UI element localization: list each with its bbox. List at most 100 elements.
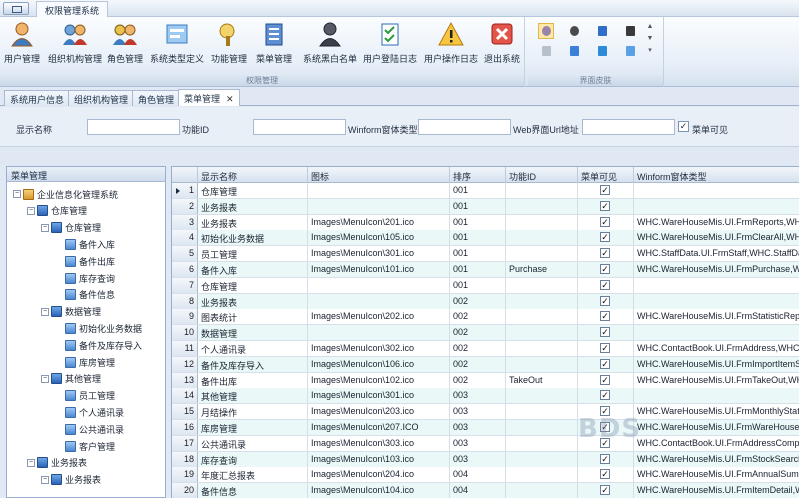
- function-id-cell[interactable]: [506, 214, 578, 230]
- skin-option[interactable]: [594, 23, 610, 39]
- table-row[interactable]: 19 年度汇总报表 Images\MenuIcon\204.ico 004 ✓ WHC.W…: [172, 467, 799, 484]
- menu-visible-checkbox[interactable]: ✓: [600, 185, 610, 195]
- menu-visible-cell[interactable]: ✓: [578, 183, 634, 198]
- winform-type-cell[interactable]: WHC.ContactBook.UI.FrmAddress,WHC.Con: [634, 341, 799, 356]
- menu-visible-cell[interactable]: ✓: [578, 483, 634, 498]
- ribbon-button-2[interactable]: 角色管理: [107, 19, 143, 75]
- menu-visible-cell[interactable]: ✓: [578, 246, 634, 262]
- table-row[interactable]: 4 初始化业务数据 Images\MenuIcon\105.ico 001 ✓ WHC.W…: [172, 230, 799, 247]
- tree-node[interactable]: 备件入库: [55, 236, 115, 252]
- display-name-cell[interactable]: 业务报表: [198, 293, 308, 309]
- app-menu-button[interactable]: [3, 2, 29, 15]
- icon-path-cell[interactable]: Images\MenuIcon\103.ico: [308, 451, 450, 467]
- tree-node[interactable]: 备件信息: [55, 287, 115, 303]
- skin-option[interactable]: [566, 43, 582, 59]
- icon-path-cell[interactable]: Images\MenuIcon\203.ico: [308, 404, 450, 420]
- function-id-cell[interactable]: [506, 435, 578, 451]
- function-id-cell[interactable]: [506, 420, 578, 435]
- tree-node[interactable]: 员工管理: [55, 388, 115, 404]
- sort-cell[interactable]: 002: [450, 341, 506, 356]
- display-name-cell[interactable]: 个人通讯录: [198, 341, 308, 356]
- icon-path-cell[interactable]: Images\MenuIcon\104.ico: [308, 483, 450, 498]
- tab-organization[interactable]: 组织机构管理: [68, 90, 135, 106]
- tab-menu-management[interactable]: 菜单管理 ✕: [178, 89, 240, 106]
- winform-type-cell[interactable]: WHC.WareHouseMis.UI.FrmAnnualSummary: [634, 467, 799, 482]
- menu-visible-cell[interactable]: ✓: [578, 277, 634, 293]
- winform-type-cell[interactable]: WHC.WareHouseMis.UI.FrmItemDetail,WH: [634, 483, 799, 498]
- column-header-winform-type[interactable]: Winform窗体类型: [634, 167, 799, 183]
- web-url-input[interactable]: [582, 119, 675, 135]
- table-row[interactable]: 16 库房管理 Images\MenuIcon\207.ICO 003 ✓ WHC.War…: [172, 420, 799, 436]
- menu-visible-checkbox[interactable]: ✓: [600, 264, 610, 274]
- display-name-cell[interactable]: 库存查询: [198, 451, 308, 467]
- table-row[interactable]: 3 业务报表 Images\MenuIcon\201.ico 001 ✓ WHC.Ware…: [172, 214, 799, 231]
- display-name-input[interactable]: [87, 119, 180, 135]
- table-row[interactable]: 5 员工管理 Images\MenuIcon\301.ico 001 ✓ WHC.Staf…: [172, 246, 799, 263]
- winform-type-cell[interactable]: WHC.WareHouseMis.UI.FrmMonthlyStatistic: [634, 404, 799, 419]
- function-id-cell[interactable]: TakeOut: [506, 372, 578, 388]
- menu-visible-checkbox[interactable]: ✓: [600, 390, 610, 401]
- display-name-cell[interactable]: 其他管理: [198, 388, 308, 404]
- table-row[interactable]: 9 图表统计 Images\MenuIcon\202.ico 002 ✓ WHC.Ware…: [172, 309, 799, 326]
- icon-path-cell[interactable]: Images\MenuIcon\106.ico: [308, 356, 450, 372]
- skin-option[interactable]: [566, 23, 582, 39]
- display-name-cell[interactable]: 公共通讯录: [198, 435, 308, 451]
- icon-path-cell[interactable]: Images\MenuIcon\301.ico: [308, 246, 450, 262]
- menu-visible-cell[interactable]: ✓: [578, 341, 634, 356]
- table-row[interactable]: 15 月结操作 Images\MenuIcon\203.ico 003 ✓ WHC.War…: [172, 404, 799, 421]
- sort-cell[interactable]: 002: [450, 309, 506, 325]
- tree-node[interactable]: 备件出库: [55, 253, 115, 269]
- menu-visible-checkbox[interactable]: ✓: [600, 295, 610, 306]
- function-id-cell[interactable]: [506, 246, 578, 262]
- menu-visible-checkbox[interactable]: ✓: [678, 121, 689, 132]
- function-id-cell[interactable]: [506, 277, 578, 293]
- function-id-cell[interactable]: [506, 404, 578, 420]
- sort-cell[interactable]: 003: [450, 420, 506, 435]
- sort-cell[interactable]: 004: [450, 483, 506, 498]
- skin-option[interactable]: [622, 43, 638, 59]
- icon-path-cell[interactable]: [308, 293, 450, 309]
- table-row[interactable]: 8 业务报表 002 ✓: [172, 293, 799, 310]
- table-row[interactable]: 18 库存查询 Images\MenuIcon\103.ico 003 ✓ WHC.War…: [172, 451, 799, 468]
- column-header-function-id[interactable]: 功能ID: [506, 167, 578, 183]
- sort-cell[interactable]: 002: [450, 356, 506, 372]
- column-header-icon[interactable]: 图标: [308, 167, 450, 183]
- table-row[interactable]: 20 备件信息 Images\MenuIcon\104.ico 004 ✓ WHC.War…: [172, 483, 799, 498]
- icon-path-cell[interactable]: Images\MenuIcon\202.ico: [308, 309, 450, 325]
- skin-option[interactable]: [538, 43, 554, 59]
- winform-type-cell[interactable]: WHC.ContactBook.UI.FrmAddressCompany: [634, 436, 799, 451]
- function-id-cell[interactable]: Purchase: [506, 262, 578, 277]
- winform-type-cell[interactable]: [634, 294, 799, 309]
- tree-node[interactable]: − 企业信息化管理系统: [13, 186, 118, 202]
- tree-node[interactable]: 公共通讯录: [55, 421, 124, 437]
- menu-visible-checkbox[interactable]: ✓: [600, 248, 610, 259]
- display-name-cell[interactable]: 备件及库存导入: [198, 356, 308, 372]
- icon-path-cell[interactable]: Images\MenuIcon\302.ico: [308, 341, 450, 356]
- collapse-toggle-icon[interactable]: −: [41, 307, 49, 316]
- table-row[interactable]: 17 公共通讯录 Images\MenuIcon\303.ico 003 ✓ WHC.Co…: [172, 435, 799, 452]
- icon-path-cell[interactable]: [308, 198, 450, 214]
- menu-visible-checkbox[interactable]: ✓: [600, 485, 610, 496]
- ribbon-button-5[interactable]: 菜单管理: [256, 19, 292, 75]
- function-id-cell[interactable]: [506, 341, 578, 356]
- menu-visible-checkbox[interactable]: ✓: [600, 358, 610, 369]
- column-header-display-name[interactable]: 显示名称: [198, 167, 308, 183]
- sort-cell[interactable]: 001: [450, 277, 506, 293]
- menu-visible-checkbox[interactable]: ✓: [600, 343, 610, 353]
- collapse-toggle-icon[interactable]: −: [27, 458, 35, 467]
- winform-type-cell[interactable]: WHC.StaffData.UI.FrmStaff,WHC.StaffData: [634, 246, 799, 261]
- sort-cell[interactable]: 002: [450, 293, 506, 309]
- winform-type-input[interactable]: [418, 119, 511, 135]
- sort-cell[interactable]: 003: [450, 435, 506, 451]
- menu-visible-cell[interactable]: ✓: [578, 325, 634, 341]
- sort-cell[interactable]: 002: [450, 372, 506, 388]
- sort-cell[interactable]: 001: [450, 230, 506, 246]
- table-row[interactable]: 1 仓库管理 001 ✓: [172, 183, 799, 199]
- table-row[interactable]: 6 备件入库 Images\MenuIcon\101.ico 001 Purchase ✓…: [172, 262, 799, 278]
- display-name-cell[interactable]: 业务报表: [198, 214, 308, 230]
- menu-visible-checkbox[interactable]: ✓: [600, 216, 610, 227]
- icon-path-cell[interactable]: Images\MenuIcon\207.ICO: [308, 420, 450, 435]
- menu-visible-checkbox[interactable]: ✓: [600, 453, 610, 464]
- menu-visible-cell[interactable]: ✓: [578, 309, 634, 325]
- ribbon-button-3[interactable]: 系统类型定义: [150, 19, 204, 75]
